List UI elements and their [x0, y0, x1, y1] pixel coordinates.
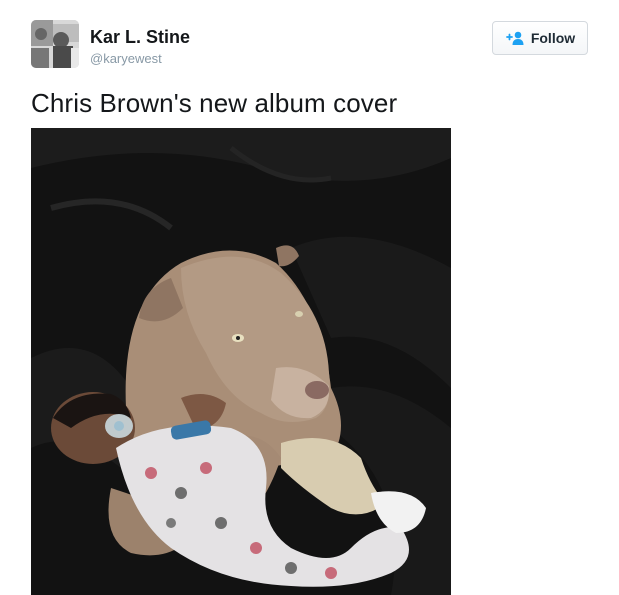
author-avatar[interactable]	[31, 20, 79, 68]
author-name[interactable]: Kar L. Stine	[90, 27, 190, 48]
avatar-image	[31, 20, 79, 68]
tweet-card: Kar L. Stine @karyewest Follow Chris Bro…	[0, 0, 619, 595]
tweet-photo[interactable]	[31, 128, 451, 595]
author-handle[interactable]: @karyewest	[90, 51, 162, 66]
add-user-icon	[505, 31, 524, 45]
photo-image	[31, 128, 451, 595]
follow-button[interactable]: Follow	[492, 21, 588, 55]
tweet-text: Chris Brown's new album cover	[31, 88, 398, 118]
follow-button-label: Follow	[530, 30, 576, 46]
